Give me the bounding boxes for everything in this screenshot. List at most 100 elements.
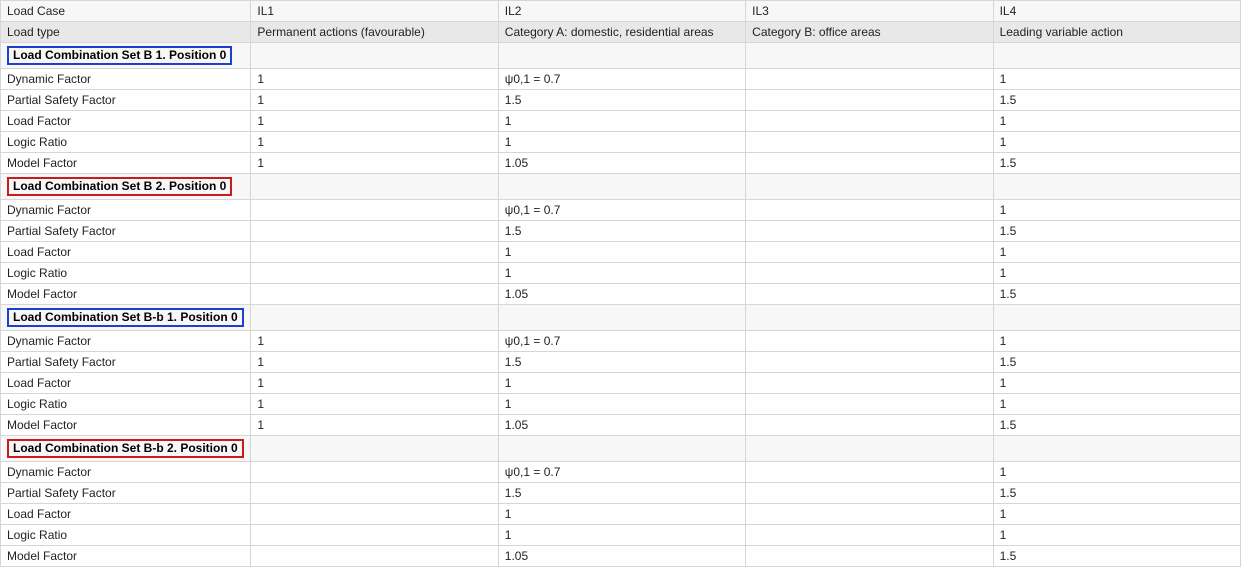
factor-label-load: Load Factor	[1, 504, 251, 525]
header-load-case[interactable]: Load Case	[1, 1, 251, 22]
cell-dynamic-2[interactable]	[746, 331, 993, 352]
cell-load-2[interactable]	[746, 242, 993, 263]
cell-dynamic-1[interactable]: ψ0,1 = 0.7	[498, 69, 745, 90]
cell-load-3[interactable]: 1	[993, 504, 1240, 525]
cell-dynamic-0[interactable]	[251, 462, 498, 483]
cell-logic-2[interactable]	[746, 132, 993, 153]
cell-load-2[interactable]	[746, 111, 993, 132]
cell-logic-0[interactable]: 1	[251, 394, 498, 415]
cell-logic-3[interactable]: 1	[993, 132, 1240, 153]
cell-psf-2[interactable]	[746, 483, 993, 504]
cell-psf-0[interactable]: 1	[251, 90, 498, 111]
cell-model-1[interactable]: 1.05	[498, 546, 745, 567]
cell-psf-2[interactable]	[746, 221, 993, 242]
cell-dynamic-0[interactable]: 1	[251, 69, 498, 90]
cell-psf-0[interactable]	[251, 483, 498, 504]
cell-logic-1[interactable]: 1	[498, 394, 745, 415]
cell-model-2[interactable]	[746, 153, 993, 174]
cell-dynamic-3[interactable]: 1	[993, 200, 1240, 221]
cell-load-1[interactable]: 1	[498, 504, 745, 525]
cell-load-3[interactable]: 1	[993, 242, 1240, 263]
cell-load-2[interactable]	[746, 373, 993, 394]
cell-model-0[interactable]	[251, 546, 498, 567]
header-col-il1[interactable]: IL1	[251, 1, 498, 22]
cell-dynamic-2[interactable]	[746, 200, 993, 221]
cell-model-2[interactable]	[746, 284, 993, 305]
load-type-value-1[interactable]: Category A: domestic, residential areas	[498, 22, 745, 43]
cell-psf-1[interactable]: 1.5	[498, 483, 745, 504]
cell-model-1[interactable]: 1.05	[498, 153, 745, 174]
cell-model-0[interactable]: 1	[251, 415, 498, 436]
cell-logic-2[interactable]	[746, 525, 993, 546]
cell-load-3[interactable]: 1	[993, 373, 1240, 394]
cell-psf-2[interactable]	[746, 352, 993, 373]
cell-psf-1[interactable]: 1.5	[498, 221, 745, 242]
group-header-row: Load Combination Set B-b 1. Position 0	[1, 305, 1241, 331]
cell-load-0[interactable]	[251, 242, 498, 263]
cell-psf-1[interactable]: 1.5	[498, 352, 745, 373]
header-col-il3[interactable]: IL3	[746, 1, 993, 22]
cell-model-3[interactable]: 1.5	[993, 546, 1240, 567]
cell-load-0[interactable]: 1	[251, 111, 498, 132]
cell-load-3[interactable]: 1	[993, 111, 1240, 132]
group-header-empty	[746, 174, 993, 200]
cell-logic-3[interactable]: 1	[993, 525, 1240, 546]
cell-model-0[interactable]: 1	[251, 153, 498, 174]
cell-logic-3[interactable]: 1	[993, 263, 1240, 284]
cell-dynamic-3[interactable]: 1	[993, 331, 1240, 352]
group-header-cell[interactable]: Load Combination Set B 2. Position 0	[1, 174, 251, 200]
cell-logic-2[interactable]	[746, 263, 993, 284]
cell-logic-1[interactable]: 1	[498, 132, 745, 153]
cell-dynamic-1[interactable]: ψ0,1 = 0.7	[498, 200, 745, 221]
cell-logic-0[interactable]	[251, 525, 498, 546]
cell-model-2[interactable]	[746, 415, 993, 436]
cell-load-2[interactable]	[746, 504, 993, 525]
load-combination-table[interactable]: Load Case IL1 IL2 IL3 IL4 Load typePerma…	[0, 0, 1241, 567]
cell-load-1[interactable]: 1	[498, 242, 745, 263]
cell-load-0[interactable]: 1	[251, 373, 498, 394]
cell-load-1[interactable]: 1	[498, 373, 745, 394]
cell-psf-0[interactable]	[251, 221, 498, 242]
cell-dynamic-2[interactable]	[746, 69, 993, 90]
cell-model-3[interactable]: 1.5	[993, 153, 1240, 174]
group-header-cell[interactable]: Load Combination Set B-b 1. Position 0	[1, 305, 251, 331]
header-col-il2[interactable]: IL2	[498, 1, 745, 22]
cell-model-1[interactable]: 1.05	[498, 415, 745, 436]
cell-dynamic-1[interactable]: ψ0,1 = 0.7	[498, 331, 745, 352]
cell-dynamic-3[interactable]: 1	[993, 69, 1240, 90]
group-header-cell[interactable]: Load Combination Set B-b 2. Position 0	[1, 436, 251, 462]
group-header-empty	[498, 174, 745, 200]
factor-label-logic: Logic Ratio	[1, 132, 251, 153]
cell-psf-1[interactable]: 1.5	[498, 90, 745, 111]
header-col-il4[interactable]: IL4	[993, 1, 1240, 22]
cell-load-1[interactable]: 1	[498, 111, 745, 132]
cell-psf-3[interactable]: 1.5	[993, 352, 1240, 373]
cell-model-1[interactable]: 1.05	[498, 284, 745, 305]
cell-dynamic-1[interactable]: ψ0,1 = 0.7	[498, 462, 745, 483]
load-type-value-0[interactable]: Permanent actions (favourable)	[251, 22, 498, 43]
cell-psf-2[interactable]	[746, 90, 993, 111]
cell-logic-2[interactable]	[746, 394, 993, 415]
cell-model-2[interactable]	[746, 546, 993, 567]
cell-model-0[interactable]	[251, 284, 498, 305]
cell-model-3[interactable]: 1.5	[993, 284, 1240, 305]
load-type-value-3[interactable]: Leading variable action	[993, 22, 1240, 43]
cell-logic-0[interactable]	[251, 263, 498, 284]
cell-psf-3[interactable]: 1.5	[993, 90, 1240, 111]
cell-psf-3[interactable]: 1.5	[993, 221, 1240, 242]
load-type-value-2[interactable]: Category B: office areas	[746, 22, 993, 43]
cell-dynamic-3[interactable]: 1	[993, 462, 1240, 483]
cell-logic-1[interactable]: 1	[498, 525, 745, 546]
cell-psf-0[interactable]: 1	[251, 352, 498, 373]
group-title: Load Combination Set B 1. Position 0	[7, 46, 232, 65]
cell-dynamic-0[interactable]: 1	[251, 331, 498, 352]
group-header-cell[interactable]: Load Combination Set B 1. Position 0	[1, 43, 251, 69]
cell-model-3[interactable]: 1.5	[993, 415, 1240, 436]
cell-load-0[interactable]	[251, 504, 498, 525]
cell-logic-0[interactable]: 1	[251, 132, 498, 153]
cell-psf-3[interactable]: 1.5	[993, 483, 1240, 504]
cell-logic-3[interactable]: 1	[993, 394, 1240, 415]
cell-dynamic-2[interactable]	[746, 462, 993, 483]
cell-logic-1[interactable]: 1	[498, 263, 745, 284]
cell-dynamic-0[interactable]	[251, 200, 498, 221]
